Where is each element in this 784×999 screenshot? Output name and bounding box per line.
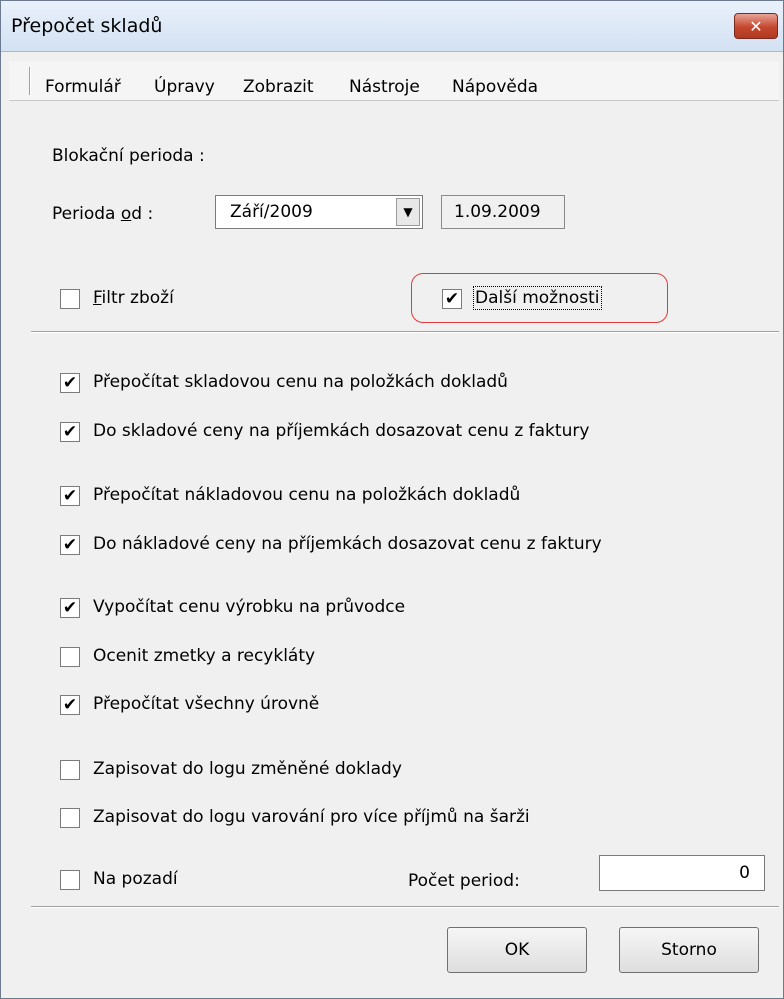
menu-upravy[interactable]: Úpravy <box>154 77 215 97</box>
chevron-down-icon[interactable]: ▼ <box>396 198 420 226</box>
option-label: Ocenit zmetky a recykláty <box>93 646 316 666</box>
menu-nastroje[interactable]: Nástroje <box>349 77 420 97</box>
ok-button[interactable]: OK <box>447 927 587 973</box>
menu-zobrazit[interactable]: Zobrazit <box>243 77 314 97</box>
blocking-period-label: Blokační perioda : <box>52 146 205 166</box>
option-label: Do nákladové ceny na příjemkách dosazova… <box>93 534 602 554</box>
title-bar: Přepočet skladů ✕ <box>1 1 783 52</box>
window-title: Přepočet skladů <box>11 15 163 37</box>
option-label: Přepočítat všechny úrovně <box>93 694 320 714</box>
period-from-label: Perioda od : <box>52 204 154 224</box>
period-date-field: 1.09.2009 <box>441 195 565 229</box>
option-label: Přepočítat nákladovou cenu na položkách … <box>93 485 521 505</box>
filter-goods-checkbox[interactable] <box>60 289 80 309</box>
option-label: Zapisovat do logu změněné doklady <box>93 759 402 779</box>
menu-grip <box>29 67 31 95</box>
option-checkbox[interactable] <box>60 760 80 780</box>
dialog-window: Přepočet skladů ✕ Formulář Úpravy Zobraz… <box>0 0 784 999</box>
period-select[interactable]: Září/2009 ▼ <box>215 195 423 229</box>
divider <box>31 906 779 908</box>
background-label: Na pozadí <box>93 869 178 889</box>
close-button[interactable]: ✕ <box>734 13 778 39</box>
option-checkbox[interactable]: ✔ <box>60 535 80 555</box>
option-label: Přepočítat skladovou cenu na položkách d… <box>93 372 508 392</box>
option-checkbox[interactable] <box>60 808 80 828</box>
period-select-value: Září/2009 <box>230 202 313 222</box>
period-count-value: 0 <box>739 863 750 883</box>
option-label: Zapisovat do logu varování pro více příj… <box>93 807 530 827</box>
more-options-checkbox[interactable]: ✔ <box>442 289 462 309</box>
option-checkbox[interactable]: ✔ <box>60 598 80 618</box>
period-count-label: Počet period: <box>408 871 520 891</box>
option-checkbox[interactable] <box>60 647 80 667</box>
background-checkbox[interactable] <box>60 870 80 890</box>
more-options-label: Další možnosti <box>473 286 602 310</box>
option-checkbox[interactable]: ✔ <box>60 422 80 442</box>
period-count-input[interactable]: 0 <box>599 855 765 891</box>
option-checkbox[interactable]: ✔ <box>60 373 80 393</box>
option-checkbox[interactable]: ✔ <box>60 486 80 506</box>
filter-goods-label: Filtr zboží <box>93 288 174 308</box>
close-icon: ✕ <box>749 16 763 36</box>
menu-napoveda[interactable]: Nápověda <box>452 77 538 97</box>
cancel-button[interactable]: Storno <box>619 927 759 973</box>
period-date-value: 1.09.2009 <box>454 202 541 222</box>
option-label: Do skladové ceny na příjemkách dosazovat… <box>93 421 590 441</box>
option-checkbox[interactable]: ✔ <box>60 695 80 715</box>
option-label: Vypočítat cenu výrobku na průvodce <box>93 597 406 617</box>
menu-formular[interactable]: Formulář <box>45 77 121 97</box>
divider <box>31 331 779 333</box>
